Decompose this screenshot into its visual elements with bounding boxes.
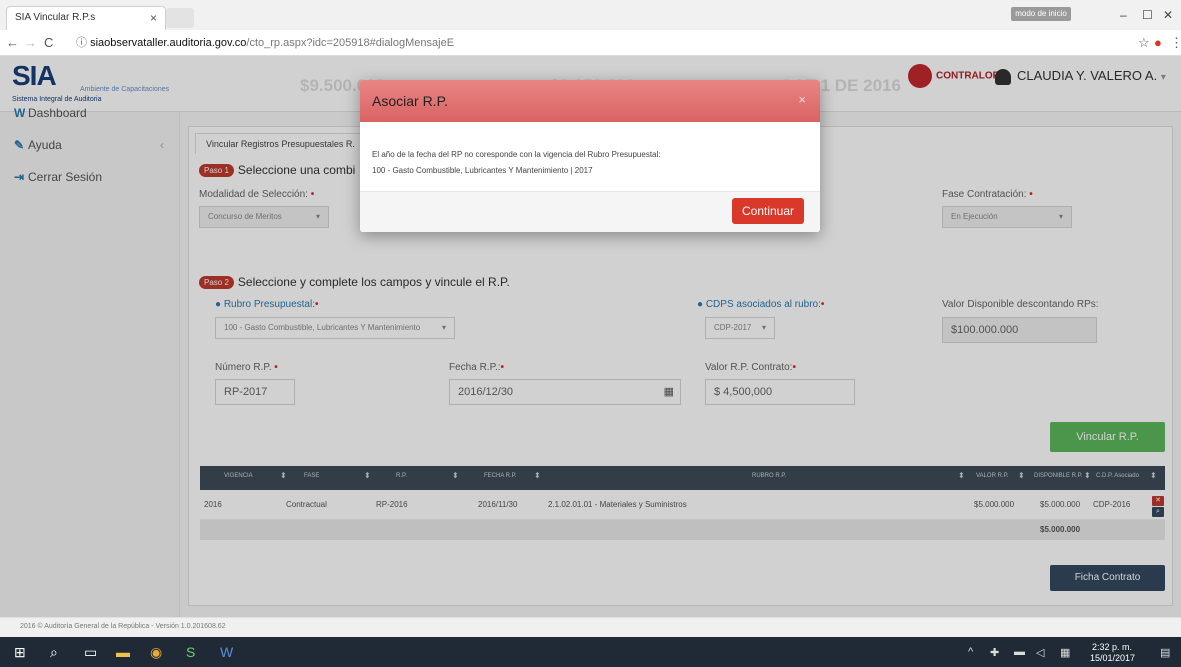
forward-icon[interactable]: →	[24, 35, 37, 50]
minimize-icon[interactable]: –	[1120, 8, 1127, 22]
tab-close-icon[interactable]: ×	[150, 11, 157, 25]
file-explorer-icon[interactable]: ▬	[116, 644, 130, 660]
address-bar: ← → C ⓘ siaobservataller.auditoria.gov.c…	[0, 30, 1181, 56]
system-clock[interactable]: 2:32 p. m. 15/01/2017	[1090, 642, 1136, 664]
url-path: /cto_rp.aspx?idc=205918#dialogMensajeE	[246, 37, 455, 49]
menu-icon[interactable]: ⋮	[1170, 35, 1181, 51]
word-icon[interactable]: W	[220, 644, 233, 660]
dialog-body: El año de la fecha del RP no coresponde …	[360, 122, 820, 192]
dialog-footer: Continuar	[360, 192, 820, 232]
notifications-icon[interactable]: ▤	[1160, 646, 1170, 659]
maximize-icon[interactable]: ☐	[1142, 8, 1153, 22]
browser-tab[interactable]: SIA Vincular R.P.s ×	[6, 6, 166, 30]
task-view-icon[interactable]: ▭	[84, 644, 97, 661]
close-icon[interactable]: ×	[798, 92, 806, 107]
browser-titlebar: SIA Vincular R.P.s × modo de inicio – ☐ …	[0, 0, 1181, 30]
search-icon[interactable]: ⌕	[50, 644, 58, 661]
volume-icon[interactable]: ◁	[1036, 646, 1044, 659]
windows-start-icon[interactable]: ⊞	[14, 644, 26, 661]
tab-title: SIA Vincular R.P.s	[15, 12, 96, 23]
network-icon[interactable]: ▬	[1014, 646, 1025, 658]
app-s-icon[interactable]: S	[186, 644, 195, 660]
dialog-message-line2: 100 - Gasto Combustible, Lubricantes Y M…	[372, 166, 593, 175]
footer-text: 2016 © Auditoría General de la República…	[20, 623, 226, 630]
tray-chevron-icon[interactable]: ^	[968, 646, 973, 658]
chrome-icon[interactable]: ◉	[150, 644, 162, 661]
new-tab-button[interactable]	[166, 8, 194, 28]
keyboard-icon[interactable]: ▦	[1060, 646, 1070, 659]
page-footer: 2016 © Auditoría General de la República…	[0, 617, 1181, 637]
dialog-message-line1: El año de la fecha del RP no coresponde …	[372, 150, 661, 159]
tray-security-icon[interactable]: ✚	[990, 646, 999, 659]
asociar-rp-dialog: Asociar R.P. × El año de la fecha del RP…	[360, 80, 820, 232]
clock-date: 15/01/2017	[1090, 653, 1136, 663]
bookmark-star-icon[interactable]: ☆	[1138, 35, 1150, 51]
dialog-header: Asociar R.P. ×	[360, 80, 820, 122]
window-badge: modo de inicio	[1011, 7, 1071, 21]
info-icon[interactable]: ⓘ	[76, 37, 90, 49]
taskbar: ⊞ ⌕ ▭ ▬ ◉ S W ^ ✚ ▬ ◁ ▦ 2:32 p. m. 15/01…	[0, 637, 1181, 667]
extension-icon[interactable]: ●	[1154, 35, 1162, 50]
window-close-icon[interactable]: ✕	[1163, 8, 1173, 22]
url-host: siaobservataller.auditoria.gov.co	[90, 37, 247, 49]
reload-icon[interactable]: C	[44, 35, 53, 50]
continuar-button[interactable]: Continuar	[732, 198, 804, 224]
clock-time: 2:32 p. m.	[1091, 642, 1133, 652]
url-field[interactable]: ⓘ siaobservataller.auditoria.gov.co/cto_…	[76, 34, 1136, 52]
dialog-title: Asociar R.P.	[372, 93, 448, 109]
back-icon[interactable]: ←	[6, 35, 19, 50]
